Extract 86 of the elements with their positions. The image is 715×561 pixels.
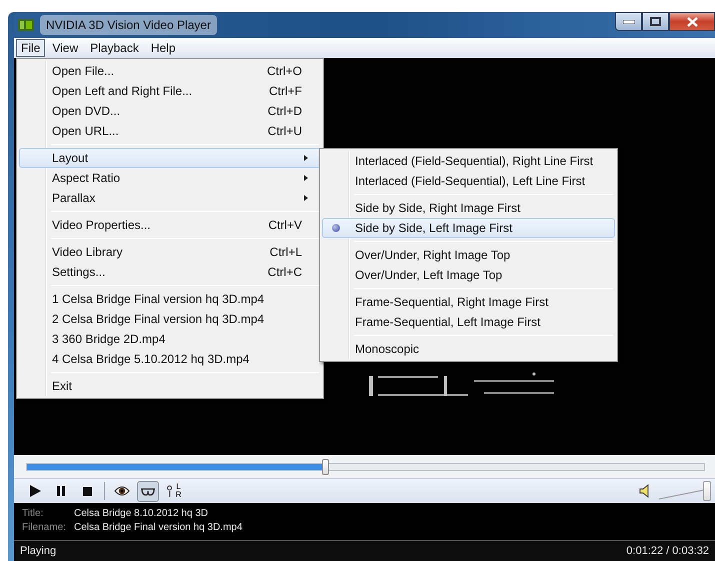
menu-item[interactable]: File <box>16 39 46 57</box>
menu-label: 4 Celsa Bridge 5.10.2012 hq 3D.mp4 <box>52 351 250 368</box>
maximize-icon <box>650 17 661 26</box>
menu-item[interactable]: Video Library Ctrl+L <box>19 242 321 262</box>
menu-item[interactable]: Open Left and Right File... Ctrl+F <box>19 81 321 101</box>
menu-label: Interlaced (Field-Sequential), Right Line First <box>355 153 594 170</box>
menu-item[interactable]: Side by Side, Left Image First <box>322 218 615 238</box>
info-label: Title: <box>22 507 44 521</box>
menu-label: Frame-Sequential, Left Image First <box>355 314 540 331</box>
menu-item[interactable]: 1 Celsa Bridge Final version hq 3D.mp4 <box>19 289 321 309</box>
menu-label: Video Library <box>52 244 122 261</box>
menu-item[interactable]: Settings... Ctrl+C <box>19 262 321 282</box>
menu-item[interactable]: Interlaced (Field-Sequential), Right Line First <box>322 151 615 171</box>
menu-item[interactable]: Over/Under, Right Image Top <box>322 245 615 265</box>
volume-handle[interactable] <box>702 481 710 501</box>
shortcut-label: Ctrl+U <box>268 123 302 140</box>
glasses-button[interactable] <box>137 480 159 502</box>
menu-item[interactable]: Layout <box>19 148 321 168</box>
menu-label: 3 360 Bridge 2D.mp4 <box>52 331 166 348</box>
minimize-icon <box>622 20 634 24</box>
pause-icon <box>57 486 65 496</box>
menu-item[interactable]: Frame-Sequential, Left Image First <box>322 312 615 332</box>
menu-label: Interlaced (Field-Sequential), Left Line First <box>355 173 586 190</box>
info-value: Celsa Bridge Final version hq 3D.mp4 <box>74 522 242 533</box>
menu-label: 2 Celsa Bridge Final version hq 3D.mp4 <box>52 311 264 328</box>
glasses-icon <box>140 486 156 496</box>
menu-item[interactable]: Open DVD... Ctrl+D <box>19 101 321 121</box>
close-icon <box>686 16 698 26</box>
menu-item[interactable]: Aspect Ratio <box>19 168 321 188</box>
menu-label: Open File... <box>52 63 114 80</box>
menu-label: Layout <box>52 150 88 167</box>
menu-label: Frame-Sequential, Right Image First <box>355 294 548 311</box>
eye-icon <box>114 485 130 497</box>
info-value: Celsa Bridge 8.10.2012 hq 3D <box>74 508 208 519</box>
volume-slider[interactable] <box>659 483 709 499</box>
menu-item[interactable]: Exit <box>19 376 321 396</box>
menu-label: Open Left and Right File... <box>52 83 192 100</box>
speaker-icon[interactable] <box>639 484 651 498</box>
stop-icon <box>82 486 92 496</box>
menu-item[interactable]: Monoscopic <box>322 339 615 359</box>
menu-item[interactable]: Frame-Sequential, Right Image First <box>322 292 615 312</box>
menu-item[interactable]: View <box>47 39 84 57</box>
swap-eyes-button[interactable]: L R <box>163 480 185 502</box>
eye-letter: R <box>176 491 182 499</box>
shortcut-label: Ctrl+V <box>268 217 302 234</box>
menu-label: Parallax <box>52 190 96 207</box>
maximize-button[interactable] <box>642 12 669 31</box>
eye-letter: L <box>176 483 182 491</box>
menu-label: Aspect Ratio <box>52 170 120 187</box>
menu-label: Settings... <box>52 264 106 281</box>
shortcut-label: Ctrl+D <box>268 103 302 120</box>
window-title: NVIDIA 3D Vision Video Player <box>40 15 217 35</box>
shortcut-label: Ctrl+L <box>270 244 302 261</box>
menu-label: Exit <box>52 378 72 395</box>
menu-item[interactable]: Interlaced (Field-Sequential), Left Line First <box>322 171 615 191</box>
menu-label: 1 Celsa Bridge Final version hq 3D.mp4 <box>52 291 264 308</box>
menu-item[interactable]: Open File... Ctrl+O <box>19 61 321 81</box>
menu-label: Over/Under, Left Image Top <box>355 267 502 284</box>
time-display: 0:01:22 / 0:03:32 <box>626 544 709 559</box>
menu-item[interactable]: Playback <box>85 39 144 57</box>
menu-item[interactable]: Side by Side, Right Image First <box>322 198 615 218</box>
menu-label: Open URL... <box>52 123 119 140</box>
close-button[interactable] <box>669 12 715 31</box>
menu-item[interactable]: Help <box>146 39 181 57</box>
shortcut-label: Ctrl+C <box>268 264 302 281</box>
menu-item[interactable]: Parallax <box>19 188 321 208</box>
minimize-button[interactable] <box>615 12 642 31</box>
menu-label: Monoscopic <box>355 341 420 358</box>
menu-item[interactable]: 4 Celsa Bridge 5.10.2012 hq 3D.mp4 <box>19 349 321 369</box>
menu-item[interactable]: 3 360 Bridge 2D.mp4 <box>19 329 321 349</box>
playback-status: Playing <box>20 544 56 559</box>
app-icon <box>18 19 34 31</box>
shortcut-label: Ctrl+O <box>266 63 302 80</box>
menu-item[interactable]: 2 Celsa Bridge Final version hq 3D.mp4 <box>19 309 321 329</box>
seek-handle[interactable] <box>322 458 329 474</box>
play-icon <box>30 485 40 497</box>
menu-label: Video Properties... <box>52 217 151 234</box>
menu-label: Over/Under, Right Image Top <box>355 247 510 264</box>
menu-label: Side by Side, Right Image First <box>355 200 520 217</box>
menu-item[interactable]: Video Properties... Ctrl+V <box>19 215 321 235</box>
info-label: Filename: <box>22 521 67 535</box>
menu-item[interactable]: Open URL... Ctrl+U <box>19 121 321 141</box>
menu-label: Side by Side, Left Image First <box>355 220 512 237</box>
shortcut-label: Ctrl+F <box>269 83 302 100</box>
menu-label: Open DVD... <box>52 103 120 120</box>
menu-item[interactable]: Over/Under, Left Image Top <box>322 265 615 285</box>
